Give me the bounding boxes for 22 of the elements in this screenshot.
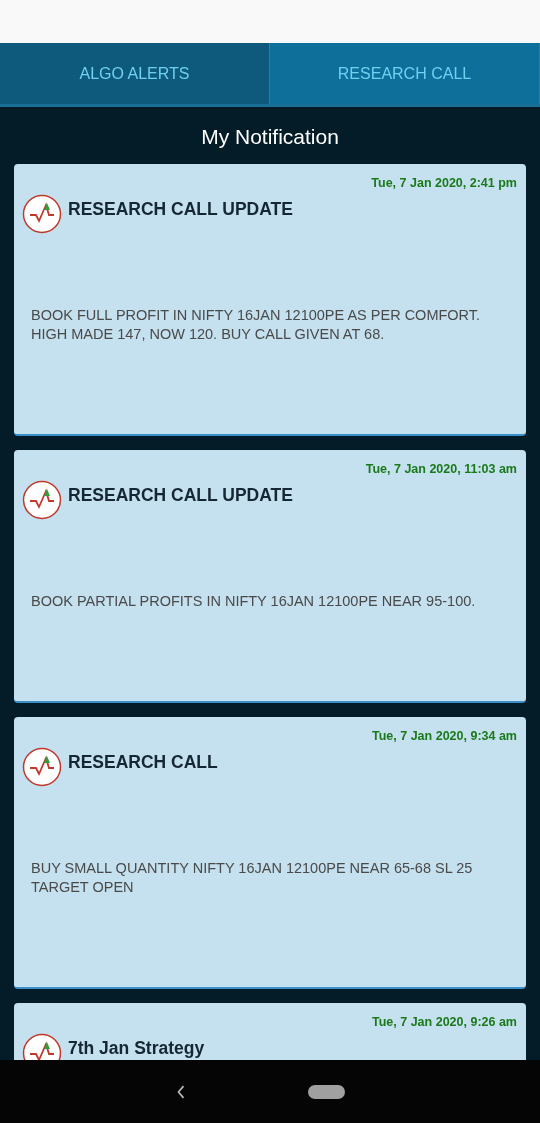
tab[interactable]: ALGO ALERTS — [0, 43, 270, 104]
notification-date: Tue, 7 Jan 2020, 2:41 pm — [370, 176, 517, 190]
page-heading: My Notification — [200, 125, 340, 149]
notification-card[interactable]: Tue, 7 Jan 2020, 9:26 am 7th Jan Strategy — [14, 1003, 526, 1060]
notification-date: Tue, 7 Jan 2020, 11:03 am — [364, 462, 517, 476]
notification-message: BOOK FULL PROFIT IN NIFTY 16JAN 12100PE AS PER COMFORT. HIGH MADE 147, NOW 120. BUY CALL GIVEN AT 68. — [30, 306, 482, 344]
notification-title: 7th Jan Strategy — [68, 1037, 205, 1059]
notification-card[interactable]: Tue, 7 Jan 2020, 9:34 am RESEARCH CALL BUY SMALL QUANTITY NIFTY 16JAN 12100PE NEAR 65-68 SL 25 TARGET OPEN — [14, 717, 526, 989]
notification-title: RESEARCH CALL UPDATE — [68, 484, 293, 506]
home-button[interactable] — [307, 1084, 345, 1099]
back-icon[interactable] — [175, 1083, 186, 1100]
notification-date: Tue, 7 Jan 2020, 9:26 am — [371, 1015, 517, 1029]
logo-icon — [22, 747, 62, 787]
logo-icon — [22, 194, 62, 234]
notification-card[interactable]: Tue, 7 Jan 2020, 2:41 pm RESEARCH CALL UPDATE BOOK FULL PROFIT IN NIFTY 16JAN 12100PE AS PER COMFORT. HIGH MADE 147, NOW 120. BUY CALL GIVEN AT 68. — [14, 164, 526, 436]
logo-icon — [22, 480, 62, 520]
notification-card[interactable]: Tue, 7 Jan 2020, 11:03 am RESEARCH CALL UPDATE BOOK PARTIAL PROFITS IN NIFTY 16JAN 12100PE NEAR 95-100. — [14, 450, 526, 703]
notification-message: BOOK PARTIAL PROFITS IN NIFTY 16JAN 12100PE NEAR 95-100. — [30, 592, 477, 611]
notification-date: Tue, 7 Jan 2020, 9:34 am — [371, 729, 517, 743]
notification-message: BUY SMALL QUANTITY NIFTY 16JAN 12100PE NEAR 65-68 SL 25 TARGET OPEN — [30, 859, 474, 897]
notification-title: RESEARCH CALL — [68, 751, 218, 773]
notification-title: RESEARCH CALL UPDATE — [68, 198, 293, 220]
